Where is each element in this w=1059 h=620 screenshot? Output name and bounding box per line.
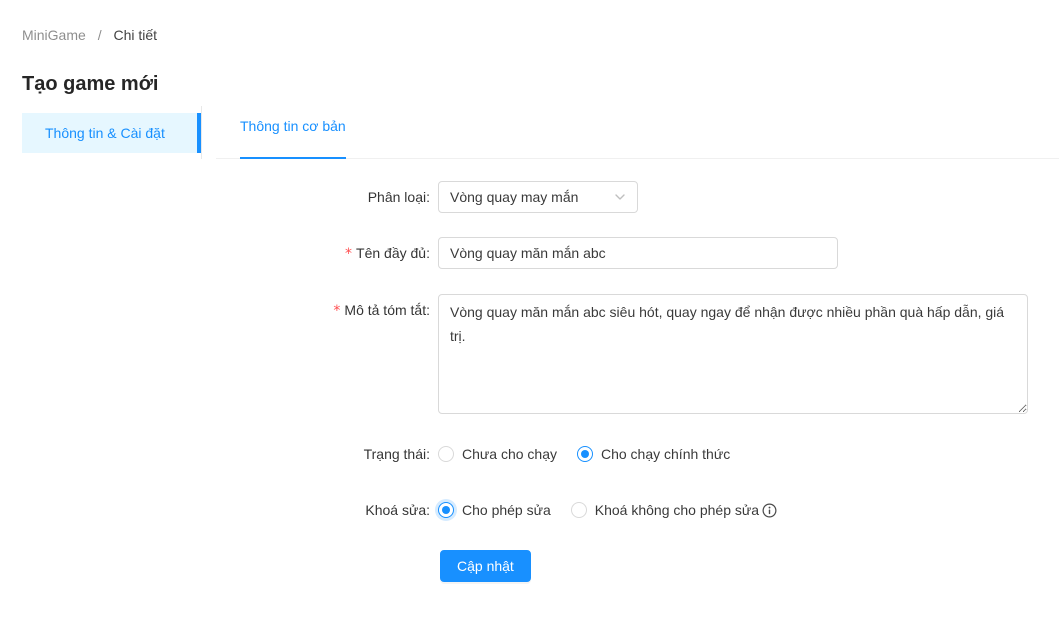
content-header: Thông tin & Cài đặt Thông tin cơ bản bbox=[0, 106, 1059, 159]
radio-icon bbox=[438, 502, 454, 518]
status-radio-not-running[interactable]: Chưa cho chạy bbox=[438, 438, 557, 470]
status-label: Trạng thái: bbox=[0, 438, 430, 470]
breadcrumb-separator: / bbox=[98, 27, 102, 43]
form-row-category: Phân loại: Vòng quay may mắn bbox=[0, 181, 1059, 213]
radio-icon bbox=[577, 446, 593, 462]
chevron-down-icon bbox=[614, 191, 626, 203]
lock-radio-allow-edit[interactable]: Cho phép sửa bbox=[438, 494, 551, 526]
tabs-bar: Thông tin cơ bản bbox=[216, 106, 1059, 159]
breadcrumb-item-chi-tiet: Chi tiết bbox=[113, 27, 157, 43]
summary-textarea[interactable]: Vòng quay măn mắn abc siêu hót, quay nga… bbox=[438, 294, 1028, 414]
lock-radio-allow-edit-label: Cho phép sửa bbox=[462, 502, 551, 518]
sidebar-item-thong-tin-cai-dat[interactable]: Thông tin & Cài đặt bbox=[22, 113, 201, 153]
summary-label: *Mô tả tóm tắt: bbox=[0, 294, 430, 327]
status-radio-official[interactable]: Cho chạy chính thức bbox=[577, 438, 730, 470]
side-menu: Thông tin & Cài đặt bbox=[0, 106, 202, 159]
status-radio-not-running-label: Chưa cho chạy bbox=[462, 446, 557, 462]
required-asterisk: * bbox=[333, 303, 340, 319]
lock-radio-no-edit[interactable]: Khoá không cho phép sửa bbox=[571, 494, 759, 526]
category-label: Phân loại: bbox=[0, 181, 430, 213]
form-row-full-name: *Tên đầy đủ: bbox=[0, 237, 1059, 270]
full-name-input[interactable] bbox=[438, 237, 838, 269]
radio-icon bbox=[438, 446, 454, 462]
page-title: Tạo game mới bbox=[22, 70, 1059, 98]
edit-lock-label: Khoá sửa: bbox=[0, 494, 430, 526]
form-row-summary: *Mô tả tóm tắt: Vòng quay măn mắn abc si… bbox=[0, 294, 1059, 414]
form-row-status: Trạng thái: Chưa cho chạy Cho chạy chính… bbox=[0, 438, 1059, 470]
radio-icon bbox=[571, 502, 587, 518]
full-name-label: *Tên đầy đủ: bbox=[0, 237, 430, 270]
form-row-edit-lock: Khoá sửa: Cho phép sửa Khoá không cho ph… bbox=[0, 494, 1059, 526]
info-circle-icon[interactable] bbox=[762, 503, 777, 518]
status-radio-official-label: Cho chạy chính thức bbox=[601, 446, 730, 462]
lock-radio-no-edit-label: Khoá không cho phép sửa bbox=[595, 502, 759, 518]
category-select-value: Vòng quay may mắn bbox=[450, 189, 578, 205]
tab-label: Thông tin cơ bản bbox=[240, 118, 346, 134]
tab-thong-tin-co-ban[interactable]: Thông tin cơ bản bbox=[240, 106, 346, 159]
category-select[interactable]: Vòng quay may mắn bbox=[438, 181, 638, 213]
form-row-submit: Cập nhật bbox=[0, 550, 1059, 582]
breadcrumb-item-minigame[interactable]: MiniGame bbox=[22, 27, 86, 43]
update-button[interactable]: Cập nhật bbox=[440, 550, 531, 582]
required-asterisk: * bbox=[345, 246, 352, 262]
game-form: Phân loại: Vòng quay may mắn *Tên đầy đủ… bbox=[0, 181, 1059, 582]
breadcrumb: MiniGame / Chi tiết bbox=[22, 24, 1059, 46]
sidebar-item-label: Thông tin & Cài đặt bbox=[45, 125, 165, 141]
